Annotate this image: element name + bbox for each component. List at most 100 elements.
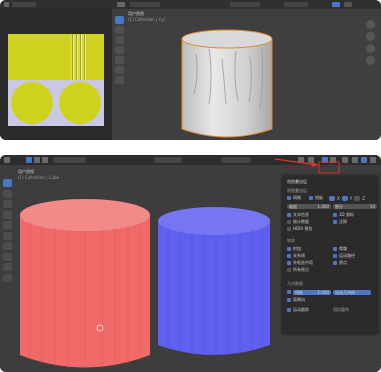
guides-section-label: 视图叠加层 (287, 188, 307, 193)
camera-icon[interactable] (366, 44, 375, 53)
texture-disc-left (11, 82, 53, 124)
outline-selected-row: 外框选中项 原点 (287, 260, 347, 266)
axis-x-label: X (337, 195, 340, 201)
statistics-checkbox[interactable] (287, 220, 291, 224)
relationship-lines-checkbox[interactable] (287, 254, 291, 258)
viewport-header (112, 0, 381, 9)
motion-paths-checkbox[interactable] (333, 254, 337, 258)
axis-z-label: Z (362, 195, 365, 201)
red-cylinder[interactable] (20, 199, 150, 370)
text-info-row: 文本信息 3D 游标 (287, 212, 354, 218)
axis-y-toggle[interactable] (341, 195, 348, 201)
wireframe-value: 1.000 (317, 289, 329, 295)
annotation-arrow-top (274, 158, 319, 167)
camera-reconstruction-label[interactable]: 相机重构 (333, 307, 349, 313)
blue-cylinder[interactable] (158, 207, 270, 356)
textured-cylinder[interactable] (181, 29, 273, 138)
extras-checkbox[interactable] (287, 247, 291, 251)
shading-icon[interactable] (344, 2, 352, 7)
origins-checkbox[interactable] (333, 261, 337, 265)
navigation-gizmo (366, 20, 376, 68)
face-orientation-row: 面朝向 (287, 297, 305, 303)
screenshot-viewport-overlays: 用户透视 (1) Collection | Cube 视图叠加层 视图叠加层 网… (0, 155, 381, 372)
scale-label: 缩放 (289, 203, 297, 209)
extras-row: 附加 骨骼 (287, 246, 347, 252)
fade-geometry-label: 淡化几何体 (335, 289, 355, 295)
hdri-preview-label: HDRI 预览 (293, 226, 313, 231)
wireframe-label: 线框 (295, 289, 303, 295)
relationship-lines-row: 关系线 运动路径 (287, 253, 355, 259)
viewport-overlays-popover: 视图叠加层 视图叠加层 网格 地板 X Y Z 缩放 1.000 细分 10 文本信… (282, 176, 378, 334)
outline-selected-checkbox[interactable] (287, 261, 291, 265)
motion-tracking-label: 运动跟踪 (293, 307, 309, 312)
text-info-label: 文本信息 (293, 212, 309, 217)
overlay-panel-title-row: 视图叠加层 (287, 179, 307, 185)
zoom-icon[interactable] (366, 20, 375, 29)
outline-selected-label: 外框选中项 (293, 260, 313, 265)
statistics-label: 统计数据 (293, 219, 309, 224)
texture-image (8, 34, 104, 126)
pan-icon[interactable] (366, 32, 375, 41)
texture-stripe-pattern (70, 34, 86, 80)
face-orientation-label: 面朝向 (293, 297, 305, 302)
grid-label: 网格 (293, 195, 301, 200)
relationship-lines-label: 关系线 (293, 253, 305, 258)
mode-dropdown[interactable] (130, 2, 160, 7)
annotations-label: 注释 (339, 219, 347, 224)
geometry-section-row: 几何数据 (287, 281, 303, 287)
grid-checkbox[interactable] (287, 196, 291, 200)
texture-yellow-band (8, 34, 104, 80)
wireframe-threshold-field[interactable]: 线框 1.000 (293, 289, 331, 295)
axis-x-toggle[interactable] (329, 195, 335, 201)
view-menu[interactable] (12, 2, 36, 7)
texture-disc-right (59, 82, 101, 124)
annotations-checkbox[interactable] (333, 220, 337, 224)
subdivisions-field[interactable]: 细分 10 (333, 203, 377, 209)
all-origins-checkbox[interactable] (287, 268, 291, 272)
axis-z-toggle[interactable] (354, 195, 361, 201)
wireframe-checkbox[interactable] (287, 290, 291, 294)
bones-checkbox[interactable] (333, 247, 337, 251)
axis-y-label: Y (349, 195, 353, 201)
3d-cursor-checkbox[interactable] (333, 213, 337, 217)
face-orientation-checkbox[interactable] (287, 298, 291, 302)
editor-type-icon[interactable] (4, 2, 9, 7)
motion-tracking-row: 运动跟踪 相机重构 (287, 307, 349, 313)
bones-label: 骨骼 (339, 246, 347, 251)
motion-paths-label: 运动路径 (339, 253, 355, 258)
scale-value: 1.000 (317, 203, 329, 209)
all-origins-row: 所有原点 (287, 267, 309, 273)
objects-section-row: 物体 (287, 238, 295, 244)
statistics-row: 统计数据 注释 (287, 219, 347, 225)
text-info-checkbox[interactable] (287, 213, 291, 217)
cylinder-scene (181, 29, 273, 138)
floor-checkbox[interactable] (309, 196, 313, 200)
screenshot-image-editor: 用户透视 (1) Collection | Cyl (0, 0, 381, 140)
overlay-icon[interactable] (332, 2, 340, 7)
extras-label: 附加 (293, 246, 301, 251)
scale-row: 缩放 1.000 细分 10 (287, 203, 377, 209)
image-editor-header (0, 0, 112, 9)
scale-field[interactable]: 缩放 1.000 (287, 203, 331, 209)
fade-geometry-field[interactable]: 淡化几何体 (333, 289, 371, 295)
overlay-panel-title: 视图叠加层 (287, 179, 307, 184)
3d-cursor-label: 3D 游标 (339, 212, 354, 217)
all-origins-label: 所有原点 (293, 267, 309, 272)
subdivisions-value: 10 (369, 203, 375, 209)
snap-dropdown[interactable] (284, 2, 308, 7)
motion-tracking-checkbox[interactable] (287, 308, 291, 312)
hdri-preview-checkbox[interactable] (287, 227, 291, 231)
grid-row: 网格 地板 X Y Z (287, 195, 365, 201)
editor-type-icon[interactable] (117, 2, 125, 7)
geometry-section-label: 几何数据 (287, 281, 303, 286)
annotation-highlight-box (318, 161, 340, 174)
floor-label: 地板 (315, 195, 323, 200)
global-dropdown[interactable] (230, 2, 260, 7)
grid-icon[interactable] (366, 56, 375, 65)
guides-section-row: 视图叠加层 (287, 188, 307, 194)
hdri-preview-row: HDRI 预览 (287, 226, 312, 232)
origins-label: 原点 (339, 260, 347, 265)
wireframe-row: 线框 1.000 淡化几何体 (287, 289, 371, 295)
objects-section-label: 物体 (287, 238, 295, 243)
subdivisions-label: 细分 (335, 203, 343, 209)
